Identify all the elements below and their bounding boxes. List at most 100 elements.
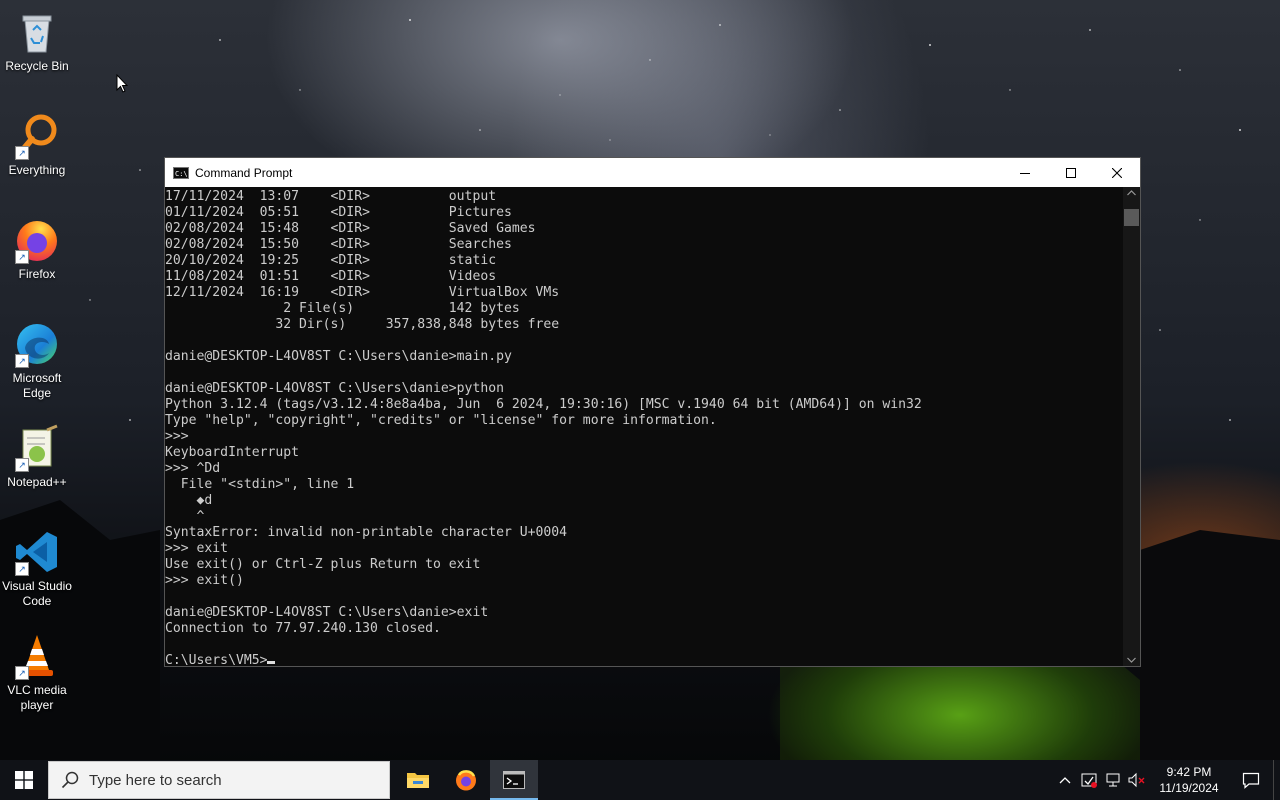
taskbar: Type here to search 9:42 PM 11/19/2024 [0, 760, 1280, 800]
taskbar-clock[interactable]: 9:42 PM 11/19/2024 [1149, 764, 1229, 796]
vertical-scrollbar[interactable] [1123, 187, 1140, 666]
maximize-icon [1066, 167, 1076, 178]
desktop-icon-edge[interactable]: ↗ Microsoft Edge [0, 320, 74, 401]
recycle-bin-icon [13, 8, 61, 56]
console-line: danie@DESKTOP-L4OV8ST C:\Users\danie>exi… [165, 605, 489, 620]
close-icon [1112, 167, 1122, 178]
console-line: 2 File(s) 142 bytes [165, 301, 520, 316]
chevron-up-icon [1059, 777, 1071, 784]
edge-icon: ↗ [13, 320, 61, 368]
console-line: >>> exit() [165, 573, 244, 588]
console-line: 02/08/2024 15:50 <DIR> Searches [165, 237, 512, 252]
console-line: File "<stdin>", line 1 [165, 477, 355, 492]
console-line: danie@DESKTOP-L4OV8ST C:\Users\danie>pyt… [165, 381, 504, 396]
close-button[interactable] [1094, 158, 1140, 187]
shortcut-arrow-icon: ↗ [15, 354, 29, 368]
desktop-icon-notepad-plus-plus[interactable]: ↗ Notepad++ [0, 424, 74, 490]
console-line: >>> [165, 429, 189, 444]
taskbar-command-prompt[interactable] [490, 760, 538, 800]
console-line: 17/11/2024 13:07 <DIR> output [165, 189, 497, 204]
shortcut-arrow-icon: ↗ [15, 250, 29, 264]
show-desktop-button[interactable] [1273, 760, 1280, 800]
taskbar-firefox[interactable] [442, 760, 490, 800]
scrollbar-thumb[interactable] [1124, 209, 1139, 226]
taskbar-file-explorer[interactable] [394, 760, 442, 800]
desktop-icon-vlc[interactable]: ↗ VLC media player [0, 632, 74, 713]
scroll-up-arrow-icon[interactable] [1127, 190, 1136, 196]
console-line: ◆d [165, 493, 213, 508]
volume-muted-icon [1128, 772, 1145, 788]
clock-time: 9:42 PM [1166, 765, 1212, 779]
shortcut-arrow-icon: ↗ [15, 562, 29, 576]
console-line: Connection to 77.97.240.130 closed. [165, 621, 441, 636]
cmd-app-icon: C:\. [173, 166, 192, 179]
folder-icon [407, 773, 429, 788]
shortcut-arrow-icon: ↗ [15, 146, 29, 160]
maximize-button[interactable] [1048, 158, 1094, 187]
cmd-icon [503, 771, 525, 789]
desktop-icon-label: VLC media player [7, 683, 67, 712]
minimize-icon [1020, 172, 1030, 174]
show-hidden-icons-button[interactable] [1053, 760, 1077, 800]
desktop-icon-label: Visual Studio Code [2, 579, 72, 608]
everything-search-icon: ↗ [13, 112, 61, 160]
window-controls [1002, 158, 1140, 187]
search-icon [61, 771, 79, 789]
console-line: Type "help", "copyright", "credits" or "… [165, 413, 717, 428]
minimize-button[interactable] [1002, 158, 1048, 187]
desktop-icon-label: Everything [8, 163, 66, 177]
start-button[interactable] [0, 760, 48, 800]
taskbar-search-box[interactable]: Type here to search [48, 761, 390, 799]
scroll-down-arrow-icon[interactable] [1127, 657, 1136, 663]
desktop-icon-everything[interactable]: ↗ Everything [0, 112, 74, 178]
windows-logo-icon [15, 771, 33, 789]
console-line: SyntaxError: invalid non-printable chara… [165, 525, 568, 540]
console-line: >>> exit [165, 541, 229, 556]
tray-app-icon[interactable] [1077, 760, 1101, 800]
console-line: ^ [165, 509, 205, 524]
console-line: 32 Dir(s) 357,838,848 bytes free [165, 317, 560, 332]
mouse-pointer-icon [116, 74, 129, 93]
console-line: 12/11/2024 16:19 <DIR> VirtualBox VMs [165, 285, 560, 300]
command-prompt-window[interactable]: C:\. Command Prompt 17/11/2024 13:07 <DI… [164, 157, 1141, 667]
clock-date: 11/19/2024 [1159, 781, 1219, 795]
console-line: KeyboardInterrupt [165, 445, 300, 460]
vscode-icon: ↗ [13, 528, 61, 576]
desktop-icon-label: Microsoft Edge [12, 371, 62, 400]
volume-tray-button[interactable] [1125, 760, 1149, 800]
console-prompt: C:\Users\VM5> [165, 653, 268, 666]
network-icon [1106, 773, 1120, 787]
desktop-icon-firefox[interactable]: ↗ Firefox [0, 216, 74, 282]
desktop-icon-label: Recycle Bin [5, 59, 69, 73]
desktop-icon-label: Firefox [18, 267, 56, 281]
console-line: >>> ^Dd [165, 461, 221, 476]
console-line: danie@DESKTOP-L4OV8ST C:\Users\danie>mai… [165, 349, 512, 364]
notification-icon [1242, 772, 1260, 789]
windows-security-icon [1081, 773, 1097, 788]
firefox-icon: ↗ [13, 216, 61, 264]
network-tray-button[interactable] [1101, 760, 1125, 800]
shortcut-arrow-icon: ↗ [15, 458, 29, 472]
console-output[interactable]: 17/11/2024 13:07 <DIR> output 01/11/2024 … [165, 187, 1124, 666]
action-center-button[interactable] [1229, 760, 1273, 800]
console-line: Use exit() or Ctrl-Z plus Return to exit [165, 557, 481, 572]
firefox-icon [456, 770, 476, 791]
console-line: 02/08/2024 15:48 <DIR> Saved Games [165, 221, 536, 236]
desktop-icon-vscode[interactable]: ↗ Visual Studio Code [0, 528, 74, 609]
vlc-cone-icon: ↗ [13, 632, 61, 680]
window-title: Command Prompt [195, 165, 293, 180]
title-bar[interactable]: C:\. Command Prompt [165, 158, 1140, 187]
system-tray: 9:42 PM 11/19/2024 [1053, 760, 1280, 800]
console-prompt-line[interactable]: C:\Users\VM5> [165, 653, 1124, 666]
notepad-plus-plus-icon: ↗ [13, 424, 61, 472]
desktop-icon-recycle-bin[interactable]: Recycle Bin [0, 8, 74, 74]
console-line: Python 3.12.4 (tags/v3.12.4:8e8a4ba, Jun… [165, 397, 922, 412]
search-placeholder: Type here to search [89, 771, 222, 789]
desktop-icon-label: Notepad++ [7, 475, 67, 489]
shortcut-arrow-icon: ↗ [15, 666, 29, 680]
text-cursor [267, 661, 276, 664]
